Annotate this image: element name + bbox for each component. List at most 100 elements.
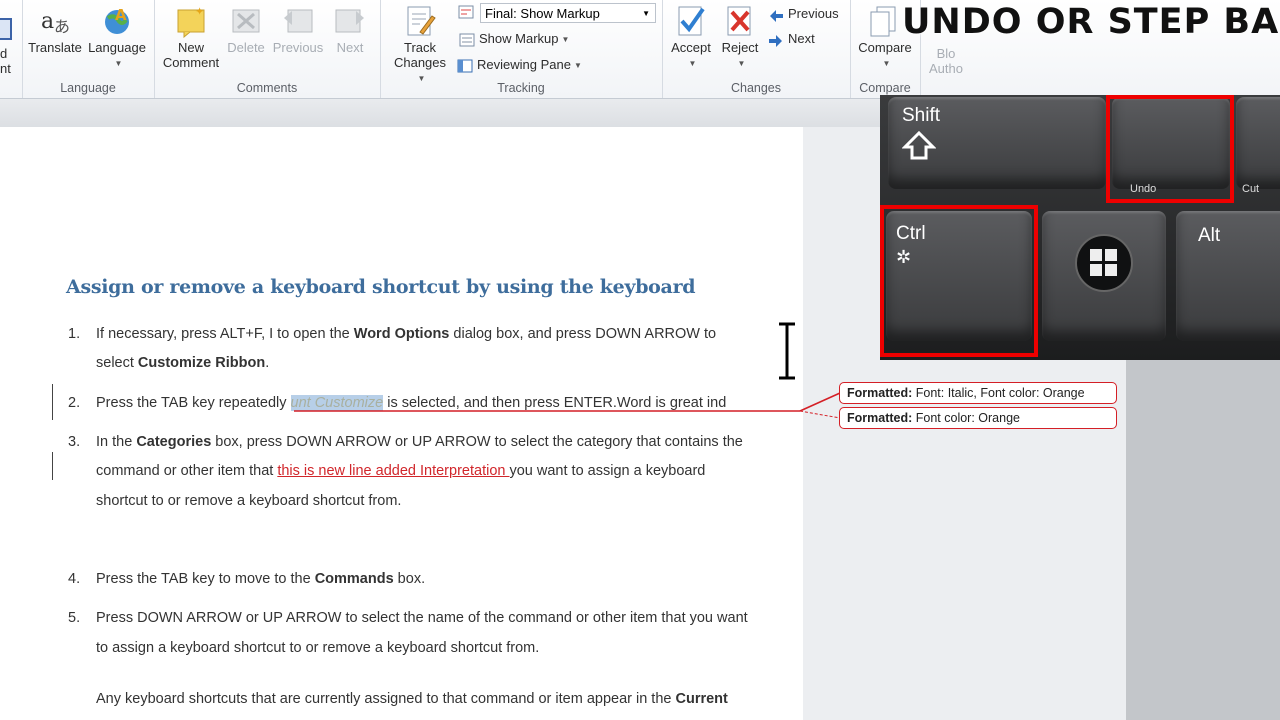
- alt-key-label: Alt: [1198, 225, 1221, 246]
- next-comment-icon: [332, 4, 368, 38]
- show-markup-button[interactable]: Show Markup ▼: [459, 29, 569, 49]
- video-overlay-title: UNDO OR STEP BACK: [902, 2, 1280, 42]
- group-label-comments: Comments: [236, 81, 298, 95]
- list-item-1-line-1: If necessary, press ALT+F, I to open the…: [96, 326, 716, 342]
- text-run: select: [96, 355, 138, 371]
- display-for-review-select[interactable]: Final: Show Markup ▼: [480, 3, 656, 23]
- change-bar: [52, 384, 53, 420]
- undo-key-highlight: [1106, 95, 1234, 203]
- track-changes-label-2: Changes: [393, 55, 447, 70]
- text-run: dialog box, and press DOWN ARROW to: [449, 326, 717, 342]
- chevron-down-icon: ▼: [642, 9, 650, 18]
- new-comment-button[interactable]: ✦ New Comment: [162, 4, 220, 70]
- shift-arrow-icon: [902, 131, 936, 160]
- text-run: Press the TAB key to move to the: [96, 571, 315, 587]
- balloon-label: Formatted:: [847, 386, 913, 400]
- delete-comment-icon: [228, 4, 264, 38]
- text-run: Any keyboard shortcuts that are currentl…: [96, 691, 676, 707]
- track-changes-icon: [402, 4, 438, 38]
- new-comment-label-2: Comment: [162, 55, 220, 70]
- language-label: Language: [88, 40, 146, 55]
- block-authors-button[interactable]: Blo Autho: [924, 46, 968, 76]
- group-label-changes: Changes: [730, 81, 782, 95]
- formatting-balloon-2[interactable]: Formatted: Font color: Orange: [839, 407, 1117, 429]
- shift-key: Shift: [888, 97, 1106, 189]
- next-label: Next: [336, 40, 364, 55]
- bold-text-categories: Categories: [136, 434, 212, 450]
- svg-text:a: a: [41, 9, 54, 34]
- show-markup-label: Show Markup: [479, 31, 559, 46]
- list-number-3: 3.: [68, 434, 81, 450]
- previous-label: Previous: [272, 40, 324, 55]
- next-change-icon: [768, 33, 784, 47]
- display-select-value: Final: Show Markup: [485, 6, 600, 21]
- list-number-5: 5.: [68, 610, 81, 626]
- reject-icon: [722, 4, 758, 38]
- new-comment-icon: ✦: [173, 4, 209, 39]
- translate-label: Translate: [28, 40, 82, 55]
- text-cursor-icon: [779, 322, 795, 380]
- formatting-balloon-1[interactable]: Formatted: Font: Italic, Font color: Ora…: [839, 382, 1117, 404]
- reviewing-pane-icon: [457, 59, 473, 73]
- cut-label-2: nt: [0, 61, 11, 76]
- text-run: you want to assign a keyboard: [509, 463, 706, 479]
- reviewing-pane-button[interactable]: Reviewing Pane ▼: [457, 55, 582, 75]
- text-run: .: [265, 355, 270, 371]
- previous-change-button[interactable]: Previous: [768, 4, 839, 24]
- text-run: In the: [96, 434, 137, 450]
- list-item-4-line-1: Press the TAB key to move to the Command…: [96, 571, 425, 587]
- chevron-down-icon: ▼: [561, 34, 570, 44]
- show-markup-icon: [459, 33, 475, 47]
- text-run: box.: [393, 571, 426, 587]
- translate-button[interactable]: aあ Translate: [26, 4, 84, 55]
- chevron-down-icon: ▼: [882, 59, 891, 69]
- previous-change-icon: [768, 8, 784, 22]
- text-run: command or other item that: [96, 463, 278, 479]
- bold-text-current: Current: [675, 691, 728, 707]
- inserted-text[interactable]: this is new line added Interpretation: [277, 463, 509, 479]
- bold-text-customize-ribbon: Customize Ribbon: [137, 355, 266, 371]
- svg-text:あ: あ: [54, 17, 70, 36]
- proofing-icon: [0, 18, 12, 40]
- reviewing-pane-label: Reviewing Pane: [477, 57, 571, 72]
- new-comment-label-1: New: [177, 40, 204, 55]
- list-number-1: 1.: [68, 326, 81, 342]
- track-changes-label-1: Track: [403, 40, 437, 55]
- list-number-2: 2.: [68, 395, 81, 411]
- next-comment-button[interactable]: Next: [328, 4, 372, 55]
- language-button[interactable]: A Language ▼: [86, 4, 148, 71]
- block-label-1: Blo: [936, 46, 956, 61]
- ribbon-group-changes: Accept ▼ Reject ▼ Previous Next Changes: [662, 0, 851, 98]
- ribbon-group-comments: ✦ New Comment Delete Previous Next Commen…: [154, 0, 381, 98]
- track-changes-button[interactable]: Track Changes▼: [392, 4, 448, 86]
- delete-label: Delete: [227, 40, 265, 55]
- svg-text:✦: ✦: [195, 6, 204, 18]
- ctrl-key-highlight: [880, 205, 1038, 357]
- cut-key-label: Cut: [1242, 183, 1260, 195]
- cut-button-label[interactable]: d nt: [0, 46, 11, 76]
- keyboard-photo: Shift Undo Cut Ctrl ✲ Alt: [880, 95, 1280, 360]
- chevron-down-icon: ▼: [573, 60, 582, 70]
- note-paragraph: Any keyboard shortcuts that are currentl…: [96, 691, 728, 707]
- markup-connector-lines: [294, 392, 841, 419]
- list-number-4: 4.: [68, 571, 81, 587]
- reject-button[interactable]: Reject ▼: [718, 4, 762, 71]
- accept-button[interactable]: Accept ▼: [668, 4, 714, 71]
- ribbon-group-language: aあ Translate A Language ▼ Language: [22, 0, 155, 98]
- text-run: If necessary, press ALT+F, I to open the: [96, 326, 354, 342]
- delete-comment-button[interactable]: Delete: [224, 4, 268, 55]
- previous-comment-icon: [280, 4, 316, 38]
- alt-key: Alt: [1176, 211, 1280, 341]
- group-label-language: Language: [60, 81, 116, 95]
- previous-comment-button[interactable]: Previous: [272, 4, 324, 55]
- next-change-button[interactable]: Next: [768, 29, 815, 49]
- bold-text-commands: Commands: [314, 571, 394, 587]
- reject-label: Reject: [721, 40, 759, 55]
- list-item-5-line-2: to assign a keyboard shortcut to or remo…: [96, 640, 540, 656]
- chevron-down-icon: ▼: [114, 59, 123, 69]
- window-gutter: [1126, 360, 1280, 720]
- list-item-3-line-1: In the Categories box, press DOWN ARROW …: [96, 434, 743, 450]
- windows-logo-icon: [1075, 234, 1133, 292]
- balloon-text: Font color: Orange: [912, 411, 1020, 425]
- text-run: box, press DOWN ARROW or UP ARROW to sel…: [211, 434, 743, 450]
